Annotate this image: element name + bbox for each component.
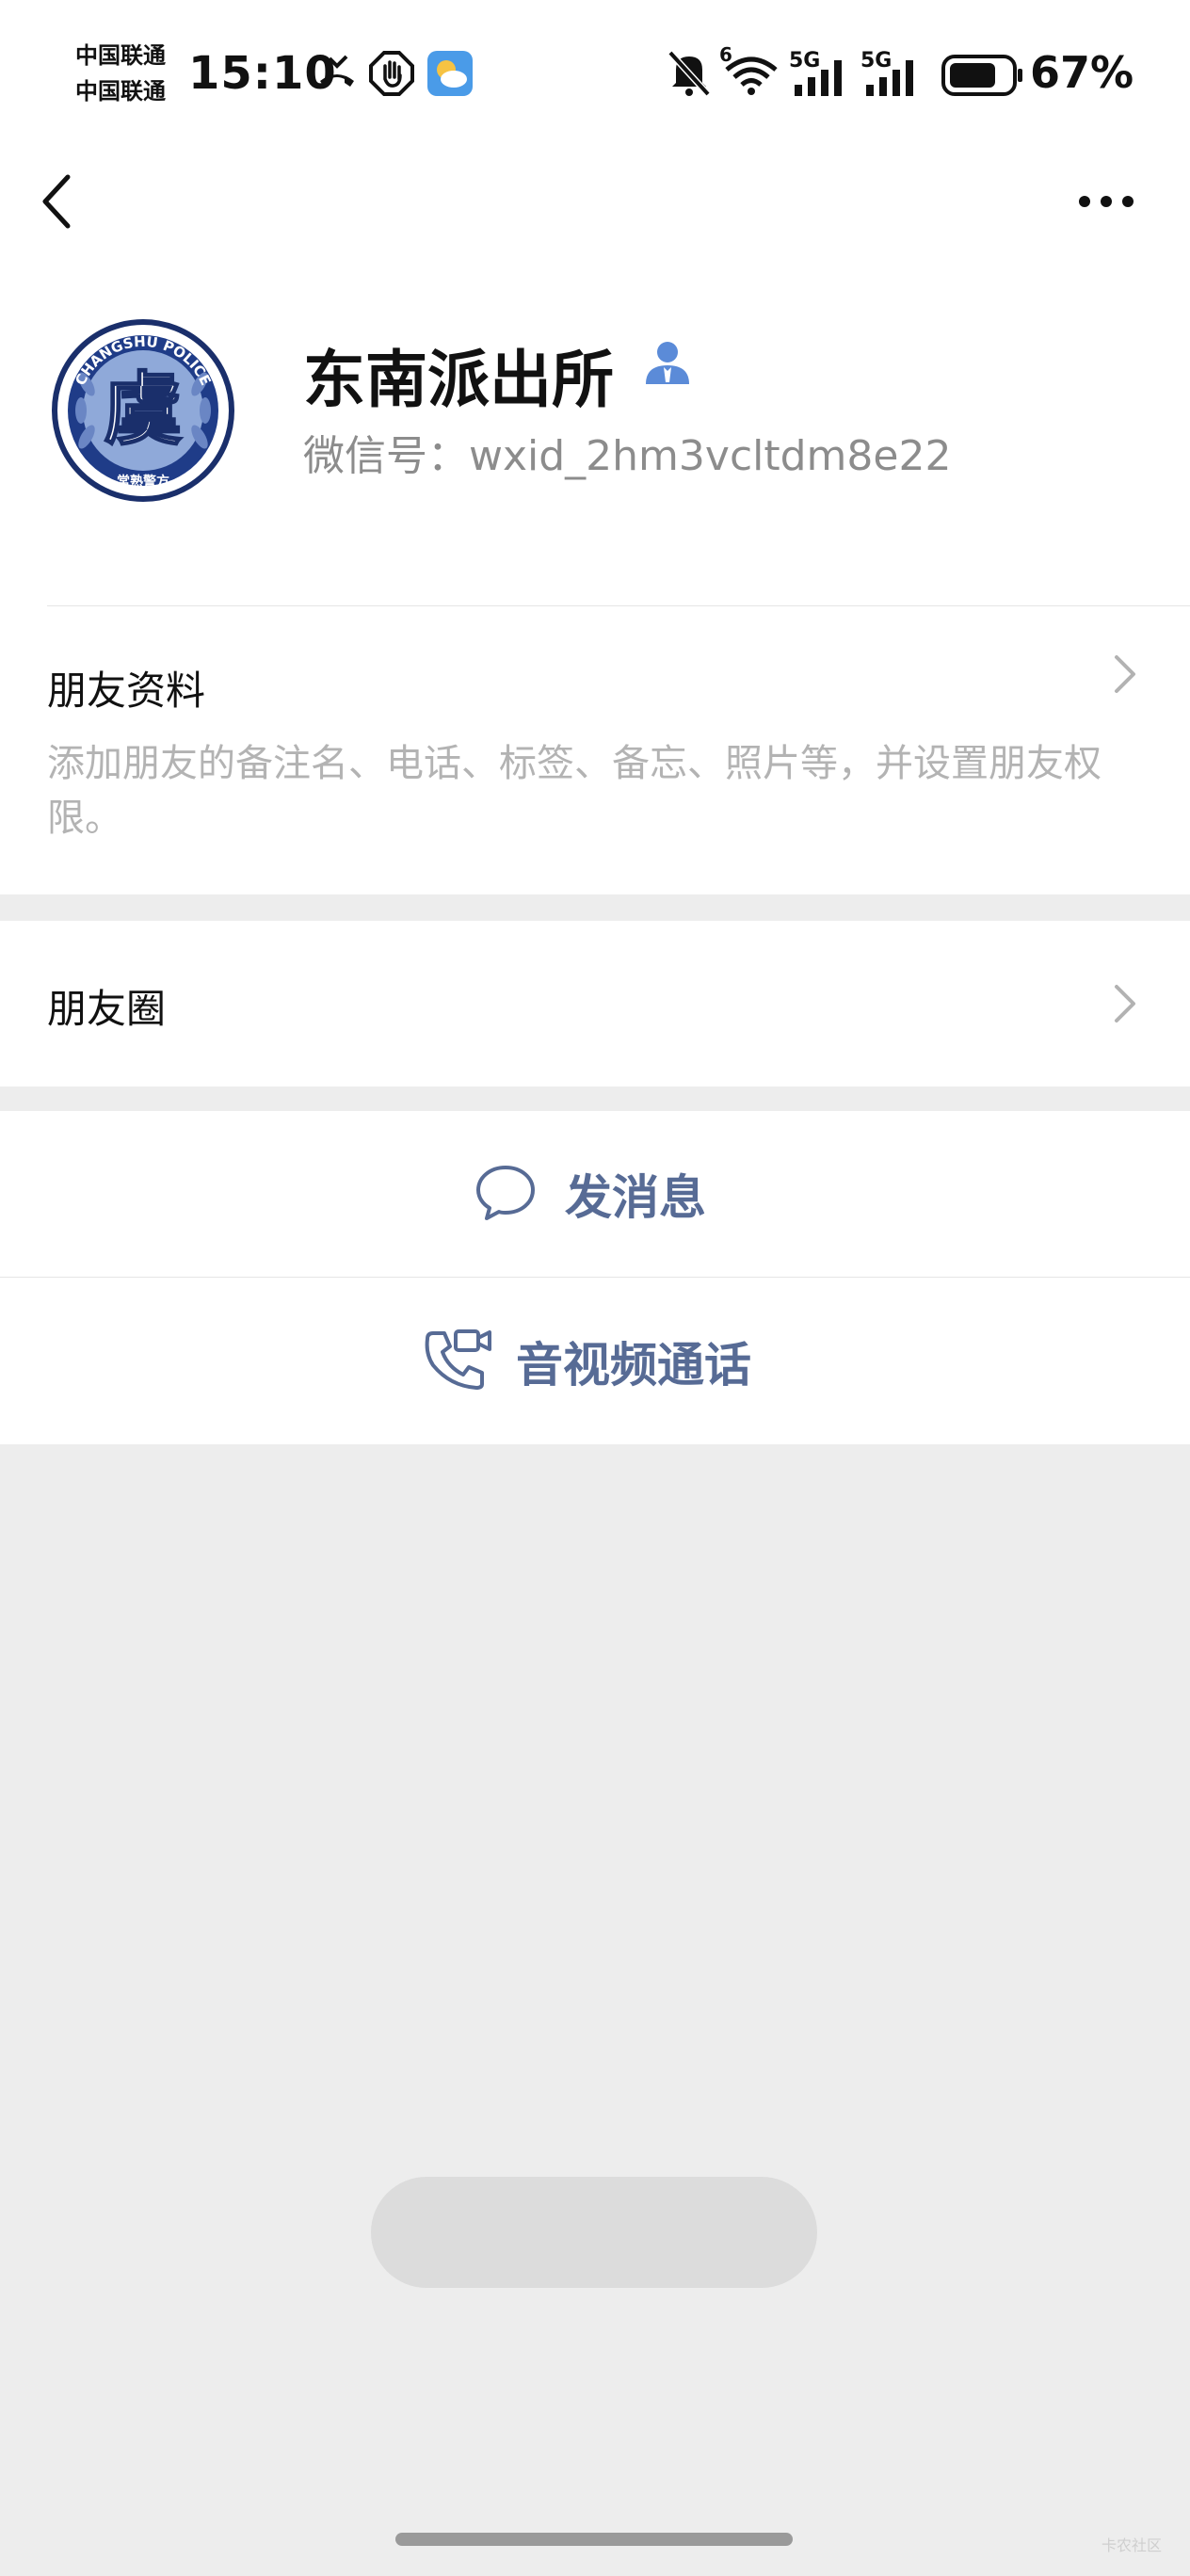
more-dots-icon[interactable] xyxy=(1077,192,1135,211)
battery-icon xyxy=(941,55,1022,96)
hand-stop-icon xyxy=(369,51,414,96)
wechat-id: 微信号：wxid_2hm3vcltdm8e22 xyxy=(303,432,952,480)
moments-title: 朋友圈 xyxy=(47,986,167,1032)
send-message-label: 发消息 xyxy=(565,1170,706,1225)
silent-bell-icon xyxy=(667,50,711,97)
carrier-2: 中国联通 xyxy=(75,78,166,105)
status-time: 15:10 xyxy=(188,47,337,100)
watermark: 卡农社区 xyxy=(1102,2536,1163,2554)
signal-bars-1-icon xyxy=(795,60,842,96)
carrier-1: 中国联通 xyxy=(75,42,166,69)
phone-video-icon xyxy=(425,1329,491,1390)
home-indicator[interactable] xyxy=(395,2533,793,2546)
battery-percentage: 67% xyxy=(1030,47,1134,98)
friend-info-title: 朋友资料 xyxy=(47,668,206,714)
chevron-left-icon[interactable] xyxy=(38,171,75,232)
wifi-badge: 6 xyxy=(719,43,732,66)
floating-pill xyxy=(371,2177,817,2288)
missed-call-icon xyxy=(320,55,354,87)
avatar-center-char: 虞 xyxy=(104,362,183,456)
chevron-right-icon xyxy=(1115,985,1135,1022)
contact-name: 东南派出所 xyxy=(303,344,614,416)
video-call-label: 音视频通话 xyxy=(516,1338,751,1393)
signal-bars-2-icon xyxy=(866,60,913,96)
verified-user-icon xyxy=(646,342,689,384)
moments-row[interactable] xyxy=(0,921,1190,1087)
chevron-right-icon xyxy=(1115,655,1135,693)
friend-info-description: 添加朋友的备注名、电话、标签、备忘、照片等，并设置朋友权限。 xyxy=(47,742,1102,840)
chat-bubble-icon xyxy=(476,1166,535,1220)
avatar-bottom-text: 常熟警方 xyxy=(117,474,169,490)
avatar[interactable]: CHANGSHU POLICE 虞 常熟警方 xyxy=(51,318,235,503)
weather-app-icon xyxy=(427,51,473,96)
